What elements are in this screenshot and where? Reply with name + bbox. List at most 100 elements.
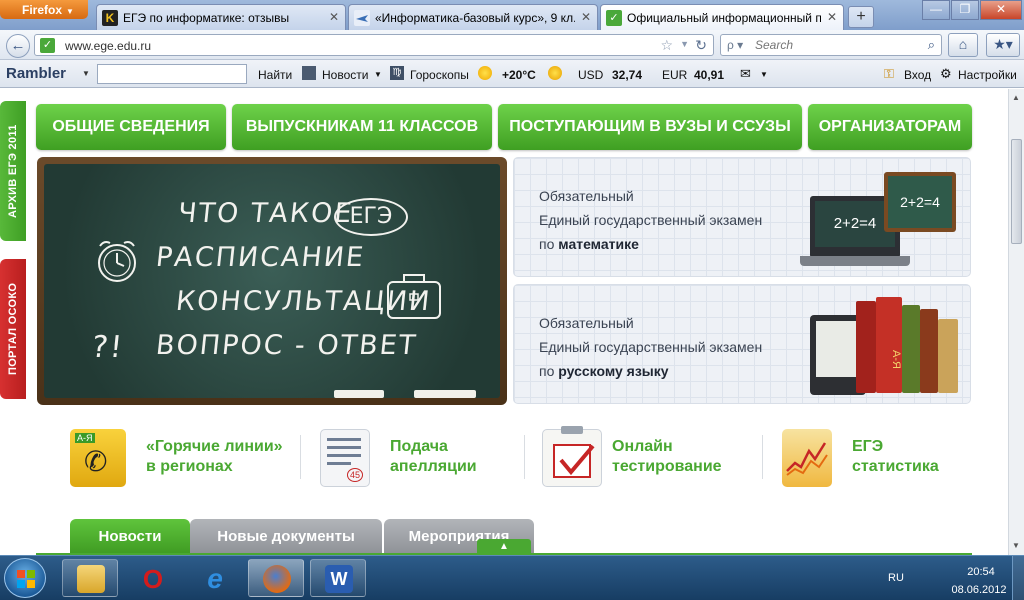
book-icon — [902, 305, 920, 393]
mail-icon[interactable]: ✉ — [740, 66, 751, 82]
feature-appeal[interactable]: 45 Подача апелляции — [320, 429, 520, 494]
tab-informatika-course[interactable]: «Информатика-базовый курс», 9 кл... ✕ — [348, 4, 598, 30]
chevron-down-icon[interactable]: ▼ — [760, 70, 768, 79]
phone-icon: А-Я ✆ — [70, 429, 126, 487]
promo-math-banner[interactable]: Обязательный Единый государственный экза… — [513, 157, 971, 277]
history-dropdown-icon[interactable]: ▼ — [680, 39, 689, 49]
taskbar-ie[interactable]: e — [186, 559, 242, 597]
tab-ege-reviews[interactable]: K ЕГЭ по информатике: отзывы ✕ — [96, 4, 346, 30]
tab-news[interactable]: Новости — [70, 519, 190, 555]
taskbar-explorer[interactable] — [62, 559, 118, 597]
checkbox-clipboard-icon — [542, 426, 602, 487]
menu-item-label: ОРГАНИЗАТОРАМ — [818, 118, 962, 135]
board-link-faq[interactable]: ВОПРОС - ОТВЕТ — [154, 330, 418, 361]
rambler-find-button[interactable]: Найти — [258, 68, 292, 82]
gear-icon: ⚙ — [940, 66, 952, 81]
bookmark-star-icon[interactable]: ☆ — [660, 37, 673, 54]
search-icon[interactable]: ⌕ — [928, 37, 935, 53]
url-text[interactable]: www.ege.edu.ru — [65, 39, 151, 53]
board-ege-bubble[interactable]: ЕГЭ — [334, 198, 408, 236]
scroll-up-arrow-icon[interactable]: ▲ — [1012, 93, 1020, 102]
menu-item-organizers[interactable]: ОРГАНИЗАТОРАМ — [808, 104, 972, 150]
eur-value[interactable]: 40,91 — [694, 68, 724, 82]
promo-rus-subject: русскому языку — [558, 363, 669, 379]
briefcase-icon — [387, 274, 441, 319]
bookmarks-button[interactable]: ★▾ — [986, 33, 1020, 57]
site-identity-icon[interactable]: ✓ — [40, 38, 55, 53]
menu-item-graduates[interactable]: ВЫПУСКНИКАМ 11 КЛАССОВ — [232, 104, 492, 150]
search-bar[interactable]: ρ ▾ ⌕ — [720, 34, 942, 56]
menu-item-general[interactable]: ОБЩИЕ СВЕДЕНИЯ — [36, 104, 226, 150]
search-input[interactable] — [755, 38, 915, 52]
rambler-settings-button[interactable]: Настройки — [958, 68, 1017, 82]
firefox-menu-label: Firefox — [22, 3, 63, 17]
restore-button[interactable]: ❐ — [951, 0, 979, 20]
feature-testing-line1: Онлайн — [612, 438, 673, 455]
side-tab-portal[interactable]: ПОРТАЛ ОСОКО — [0, 259, 26, 399]
feature-hotlines[interactable]: А-Я ✆ «Горячие линии» в регионах — [70, 429, 300, 494]
tab-new-documents[interactable]: Новые документы — [190, 519, 382, 555]
promo-math-prefix: по — [539, 236, 559, 252]
address-bar[interactable]: ✓ www.ege.edu.ru ☆ ▼ ↻ — [34, 34, 714, 56]
menu-item-entrants[interactable]: ПОСТУПАЮЩИМ В ВУЗЫ И ССУЗЫ — [498, 104, 802, 150]
clock-time[interactable]: 20:54 — [956, 566, 1006, 578]
scrollbar-thumb[interactable] — [1011, 139, 1022, 244]
internet-explorer-icon: e — [201, 565, 229, 593]
rambler-logo[interactable]: Rambler — [6, 65, 66, 82]
rambler-temperature[interactable]: +20°C — [502, 68, 536, 82]
plane-favicon-icon — [354, 10, 370, 26]
book-icon — [920, 309, 938, 393]
appeal-form-icon: 45 — [320, 429, 370, 487]
show-desktop-button[interactable] — [1012, 556, 1024, 600]
chalkboard: ЧТО ТАКОЕ ЕГЭ РАСПИСАНИЕ КОНСУЛЬТАЦИИ ?!… — [44, 164, 500, 398]
home-button[interactable]: ⌂ — [948, 33, 978, 57]
side-tab-portal-label: ПОРТАЛ ОСОКО — [7, 282, 19, 376]
folder-icon — [77, 565, 105, 593]
rambler-horoscopes-button[interactable]: Гороскопы — [410, 68, 469, 82]
appeal-stamp: 45 — [347, 468, 364, 482]
rambler-search-input[interactable] — [97, 64, 247, 84]
alarm-clock-icon — [98, 241, 136, 282]
new-tab-button[interactable]: + — [848, 6, 874, 28]
firefox-menu-button[interactable]: Firefox ▼ — [0, 0, 88, 19]
taskbar-word[interactable]: W — [310, 559, 366, 597]
back-button[interactable]: ← — [6, 34, 30, 58]
rambler-login-button[interactable]: Вход — [904, 68, 931, 82]
feature-hotlines-line2: в регионах — [146, 458, 233, 475]
start-button[interactable] — [4, 558, 46, 598]
close-window-button[interactable]: ✕ — [980, 0, 1022, 20]
taskbar-firefox[interactable] — [248, 559, 304, 597]
reload-icon[interactable]: ↻ — [695, 37, 707, 54]
rambler-news-button[interactable]: Новости — [322, 68, 368, 82]
minimize-button[interactable]: — — [922, 0, 950, 20]
search-engine-icon[interactable]: ρ ▾ — [727, 38, 743, 52]
rambler-toolbar: Rambler ▼ Найти Новости ▼ ♍ Гороскопы +2… — [0, 60, 1024, 88]
taskbar-opera[interactable]: O — [124, 559, 180, 597]
language-indicator[interactable]: RU — [888, 572, 904, 584]
usd-value[interactable]: 32,74 — [612, 68, 642, 82]
tab-bar: Firefox ▼ K ЕГЭ по информатике: отзывы ✕ … — [0, 0, 1024, 30]
tab-news-label: Новости — [98, 528, 162, 545]
feature-statistics-line1: ЕГЭ — [852, 438, 884, 455]
promo-russian-banner[interactable]: Обязательный Единый государственный экза… — [513, 284, 971, 404]
feature-statistics[interactable]: ЕГЭ статистика — [782, 429, 982, 494]
board-link-schedule[interactable]: РАСПИСАНИЕ — [154, 242, 366, 273]
page-scrollbar[interactable]: ▲ ▼ — [1008, 89, 1024, 555]
chevron-down-icon[interactable]: ▼ — [82, 69, 90, 78]
clock-date[interactable]: 08.06.2012 — [944, 584, 1014, 596]
scroll-down-arrow-icon[interactable]: ▼ — [1012, 541, 1020, 550]
board-link-what-is[interactable]: ЧТО ТАКОЕ — [176, 198, 355, 229]
close-icon[interactable]: ✕ — [329, 10, 339, 24]
plus-icon: + — [856, 8, 866, 25]
feature-online-testing[interactable]: Онлайн тестирование — [542, 426, 742, 494]
tab-ege-official[interactable]: ✓ Официальный информационный п... ✕ — [600, 4, 844, 30]
eur-label: EUR — [662, 68, 688, 82]
close-icon[interactable]: ✕ — [827, 10, 837, 24]
tab-title: «Информатика-базовый курс», 9 кл... — [375, 11, 575, 25]
close-icon[interactable]: ✕ — [581, 10, 591, 24]
promo-rus-line2: Единый государственный экзамен — [539, 339, 763, 355]
chevron-down-icon[interactable]: ▼ — [374, 70, 382, 79]
side-tab-archive[interactable]: АРХИВ ЕГЭ 2011 — [0, 101, 26, 241]
usd-label: USD — [578, 68, 604, 82]
search-engine-glyph: ρ — [727, 38, 734, 52]
